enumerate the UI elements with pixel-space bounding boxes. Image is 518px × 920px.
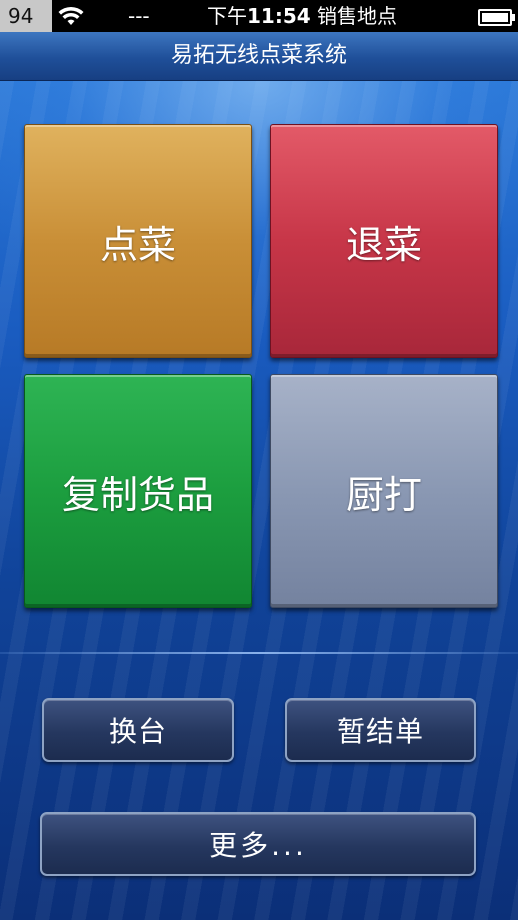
carrier-label: --- — [128, 4, 150, 28]
return-dish-button[interactable]: 退菜 — [270, 124, 498, 358]
location-label: 销售地点 — [317, 4, 398, 28]
signal-strength: 94 — [0, 0, 52, 32]
kitchen-print-label: 厨打 — [345, 472, 422, 517]
order-dish-label: 点菜 — [99, 222, 176, 267]
copy-items-button[interactable]: 复制货品 — [24, 374, 252, 608]
divider — [0, 652, 518, 654]
return-dish-label: 退菜 — [345, 222, 422, 267]
status-clock: 下午11:54 销售地点 — [207, 0, 397, 32]
switch-table-button[interactable]: 换台 — [42, 698, 234, 762]
copy-items-label: 复制货品 — [61, 472, 214, 517]
temp-settle-button[interactable]: 暂结单 — [285, 698, 476, 762]
time-prefix: 下午 — [207, 4, 247, 28]
wifi-icon — [58, 6, 84, 25]
order-dish-button[interactable]: 点菜 — [24, 124, 252, 358]
kitchen-print-button[interactable]: 厨打 — [270, 374, 498, 608]
time-value: 11:54 — [247, 4, 311, 28]
battery-fill — [482, 13, 508, 22]
battery-icon — [478, 9, 515, 26]
more-button[interactable]: 更多... — [40, 812, 476, 876]
page-title: 易拓无线点菜系统 — [0, 32, 518, 81]
status-bar: 94 --- 下午11:54 销售地点 — [0, 0, 518, 32]
